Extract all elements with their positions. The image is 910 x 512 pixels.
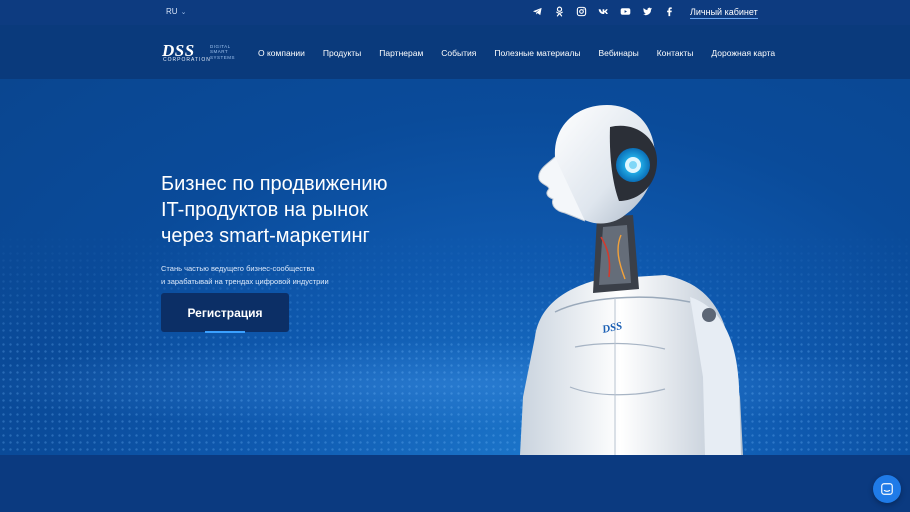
hero-headline-line-1: Бизнес по продвижению — [161, 173, 388, 195]
nav-item-events[interactable]: События — [441, 48, 476, 58]
chat-icon — [881, 483, 893, 495]
logo-corporation: CORPORATION — [163, 57, 211, 63]
top-bar: RU ⌄ Личный кабинет — [0, 0, 910, 25]
hero-lead: Стань частью ведущего бизнес-сообщества … — [161, 262, 401, 288]
hero-headline-line-3: через smart-маркетинг — [161, 225, 370, 247]
nav-item-contacts[interactable]: Контакты — [657, 48, 694, 58]
hero-dot-pattern — [0, 229, 910, 455]
language-selector[interactable]: RU ⌄ — [166, 7, 186, 16]
nav-item-products[interactable]: Продукты — [323, 48, 361, 58]
hero-headline: Бизнес по продвижению IT-продуктов на ры… — [161, 171, 461, 249]
twitter-icon[interactable] — [642, 6, 653, 17]
registration-button[interactable]: Регистрация — [161, 293, 289, 333]
youtube-icon[interactable] — [620, 6, 631, 17]
hero-section: Бизнес по продвижению IT-продуктов на ры… — [0, 79, 910, 455]
hero-headline-line-2: IT-продуктов на рынок — [161, 199, 368, 221]
chat-widget-button[interactable] — [873, 475, 901, 503]
nav-item-roadmap[interactable]: Дорожная карта — [711, 48, 775, 58]
nav-item-webinars[interactable]: Вебинары — [599, 48, 639, 58]
language-label: RU — [166, 7, 178, 16]
telegram-icon[interactable] — [532, 6, 543, 17]
next-section — [0, 455, 910, 512]
main-navbar: DSS CORPORATION DIGITAL SMART SYSTEMS О … — [0, 25, 910, 79]
vk-icon[interactable] — [598, 6, 609, 17]
facebook-icon[interactable] — [664, 6, 675, 17]
nav-item-about[interactable]: О компании — [258, 48, 305, 58]
logo-tagline: DIGITAL SMART SYSTEMS — [210, 44, 236, 60]
social-links — [532, 6, 675, 17]
nav-item-materials[interactable]: Полезные материалы — [494, 48, 580, 58]
personal-cabinet-link[interactable]: Личный кабинет — [690, 7, 758, 19]
chevron-down-icon: ⌄ — [180, 8, 187, 16]
hero-lead-line-1: Стань частью ведущего бизнес-сообщества — [161, 264, 315, 273]
instagram-icon[interactable] — [576, 6, 587, 17]
odnoklassniki-icon[interactable] — [554, 6, 565, 17]
nav-item-partners[interactable]: Партнерам — [379, 48, 423, 58]
hero-lead-line-2: и зарабатывай на трендах цифровой индуст… — [161, 277, 329, 286]
dss-logo[interactable]: DSS CORPORATION DIGITAL SMART SYSTEMS — [162, 41, 237, 65]
main-menu: О компании Продукты Партнерам События По… — [258, 48, 775, 58]
robot-illustration: DSS — [520, 105, 743, 455]
